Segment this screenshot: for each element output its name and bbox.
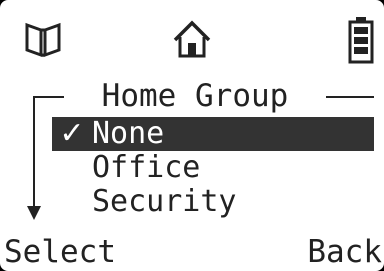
menu-item-security[interactable]: Security: [52, 185, 374, 219]
menu-item-office[interactable]: Office: [52, 151, 374, 185]
phone-screen: Home Group ✓ None Office Security Select…: [0, 0, 384, 271]
battery-icon: [348, 16, 374, 64]
back-softkey[interactable]: Back: [307, 234, 382, 270]
down-arrow-icon: [27, 206, 41, 220]
menu-list: ✓ None Office Security: [52, 117, 374, 219]
menu-title: Home Group: [101, 78, 289, 114]
select-softkey[interactable]: Select: [4, 234, 116, 270]
scroll-indicator-line: [33, 96, 35, 208]
menu-item-none[interactable]: ✓ None: [52, 117, 374, 151]
status-bar: [0, 0, 384, 72]
title-rule-right: [326, 96, 374, 98]
home-icon: [172, 20, 212, 60]
book-icon: [24, 22, 62, 58]
checkmark-icon: ✓: [59, 116, 85, 151]
title-rule-left: [34, 96, 64, 98]
menu-item-label: Security: [92, 184, 237, 219]
menu-item-label: Office: [92, 150, 201, 185]
menu-item-label: None: [92, 116, 165, 151]
